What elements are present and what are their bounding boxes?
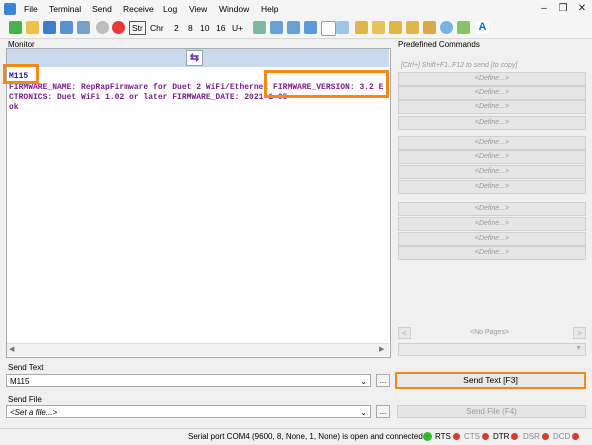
swap-direction-icon[interactable]: ⇆ [186, 50, 203, 66]
predefined-hint: [Ctrl+] Shift+F1..F12 to send [to copy] [401, 62, 518, 69]
menu-log[interactable]: Log [163, 4, 177, 14]
define-button-12[interactable]: <Define...> [398, 246, 586, 260]
open-log-icon[interactable] [406, 21, 419, 34]
string-radix-button[interactable]: Str [129, 21, 146, 35]
bin-radix-button[interactable]: 2 [174, 23, 179, 33]
highlight-command-box [3, 64, 39, 84]
signal-cts: CTS [464, 431, 489, 442]
disconnect-icon[interactable] [112, 21, 125, 34]
send-text-value: M115 [10, 377, 30, 386]
define-button-8[interactable]: <Define...> [398, 180, 586, 194]
scroll-right-icon[interactable]: ▶ [379, 345, 384, 353]
port-led-icon [423, 432, 432, 441]
signal-dcd: DCD [553, 431, 580, 442]
signal-cts-label: CTS [464, 432, 480, 441]
menu-help[interactable]: Help [261, 4, 278, 14]
hex-radix-button[interactable]: 16 [216, 23, 225, 33]
connect-icon[interactable] [96, 21, 109, 34]
checkbox-icon[interactable] [321, 21, 336, 36]
menu-terminal[interactable]: Terminal [49, 4, 81, 14]
about-icon[interactable]: A [476, 21, 489, 34]
menu-window[interactable]: Window [219, 4, 249, 14]
define-button-6[interactable]: <Define...> [398, 150, 586, 164]
unicode-radix-button[interactable]: U+ [232, 23, 243, 33]
signal-dcd-label: DCD [553, 432, 571, 441]
define-button-5[interactable]: <Define...> [398, 136, 586, 150]
save-all-icon[interactable] [60, 21, 73, 34]
monitor-horizontal-scrollbar[interactable]: ◀ ▶ [7, 343, 389, 356]
restore-icon[interactable]: ❐ [556, 2, 570, 15]
terminal-settings-icon[interactable] [77, 21, 90, 34]
dcd-led-icon [572, 433, 580, 441]
send-text-title: Send Text [8, 363, 44, 372]
menu-view[interactable]: View [189, 4, 207, 14]
toolbar: Str Chr 2 8 10 16 U+ A [0, 18, 592, 39]
cascade-icon[interactable] [287, 21, 300, 34]
minimize-icon[interactable]: – [537, 2, 551, 15]
dtr-led-icon [511, 433, 519, 441]
menu-send[interactable]: Send [92, 4, 112, 14]
folder-icon[interactable] [372, 21, 385, 34]
send-file-placeholder: <Set a file...> [10, 408, 58, 417]
highlight-version-box [264, 70, 389, 98]
next-page-icon[interactable]: > [573, 327, 586, 339]
signal-dsr-label: DSR [523, 432, 540, 441]
define-button-3[interactable]: <Define...> [398, 100, 586, 114]
signal-dtr-label: DTR [493, 432, 510, 441]
predefined-title: Predefined Commands [398, 40, 480, 49]
oct-radix-button[interactable]: 8 [188, 23, 193, 33]
chat-icon[interactable] [440, 21, 453, 34]
log-folder-icon[interactable] [389, 21, 402, 34]
connection-status-text: Serial port COM4 (9600, 8, None, 1, None… [188, 432, 423, 441]
new-terminal-icon[interactable] [9, 21, 22, 34]
open-icon[interactable] [26, 21, 39, 34]
chevron-down-icon: ▼ [575, 345, 582, 352]
dec-radix-button[interactable]: 10 [200, 23, 209, 33]
close-icon[interactable]: ✕ [575, 2, 589, 15]
send-file-button[interactable]: Send File (F4) [397, 405, 586, 418]
define-button-11[interactable]: <Define...> [398, 232, 586, 246]
save-icon[interactable] [43, 21, 56, 34]
log-file-icon[interactable] [423, 21, 436, 34]
app-icon [4, 3, 16, 15]
signal-dsr: DSR [523, 431, 549, 442]
send-file-input[interactable]: <Set a file...> ⌄ [6, 405, 371, 418]
define-button-1[interactable]: <Define...> [398, 72, 586, 86]
define-button-4[interactable]: <Define...> [398, 116, 586, 130]
send-text-input[interactable]: M115 ⌄ [6, 374, 371, 387]
define-button-2[interactable]: <Define...> [398, 86, 586, 100]
tile-icon[interactable] [270, 21, 283, 34]
scroll-left-icon[interactable]: ◀ [9, 345, 14, 353]
char-radix-button[interactable]: Chr [150, 23, 164, 33]
send-file-title: Send File [8, 395, 42, 404]
menu-file[interactable]: File [24, 4, 38, 14]
define-button-9[interactable]: <Define...> [398, 202, 586, 216]
edit-icon[interactable] [355, 21, 368, 34]
monitor-line-ok: ok [9, 103, 19, 112]
signal-rts-label: RTS [435, 432, 451, 441]
signal-dtr[interactable]: DTR [493, 431, 519, 442]
prev-page-icon[interactable]: < [398, 327, 411, 339]
signal-rts[interactable]: RTS [435, 431, 460, 442]
define-button-7[interactable]: <Define...> [398, 165, 586, 179]
define-button-10[interactable]: <Define...> [398, 217, 586, 231]
monitor-icon[interactable] [457, 21, 470, 34]
send-text-browse-button[interactable]: ... [376, 374, 390, 387]
no-pages-label: <No Pages> [470, 329, 509, 336]
list-icon[interactable] [336, 21, 349, 34]
cts-led-icon [482, 433, 489, 441]
menu-receive[interactable]: Receive [123, 4, 154, 14]
layout-icon[interactable] [253, 21, 266, 34]
format-icon[interactable] [304, 21, 317, 34]
send-text-button[interactable]: Send Text [F3] [395, 372, 586, 389]
dsr-led-icon [541, 433, 549, 441]
page-select[interactable]: ▼ [398, 343, 586, 356]
send-file-dropdown-icon[interactable]: ⌄ [360, 406, 367, 419]
menu-bar: File Terminal Send Receive Log View Wind… [0, 0, 592, 18]
send-file-browse-button[interactable]: ... [376, 405, 390, 418]
send-text-dropdown-icon[interactable]: ⌄ [360, 375, 367, 388]
rts-led-icon [452, 433, 460, 441]
